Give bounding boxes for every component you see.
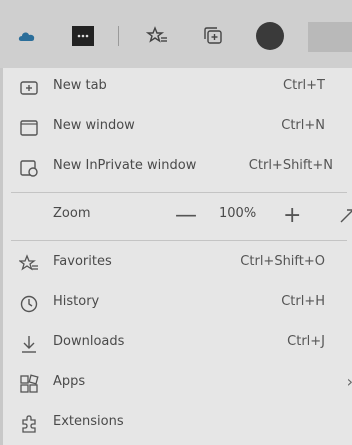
menu-item-new-inprivate[interactable]: New InPrivate window Ctrl+Shift+N [3,150,352,186]
new-inprivate-label: New InPrivate window [53,158,197,173]
new-inprivate-shortcut: Ctrl+Shift+N [248,158,333,173]
inprivate-icon [19,158,39,178]
menu-item-favorites[interactable]: Favorites Ctrl+Shift+O [3,246,352,282]
new-tab-label: New tab [53,78,107,93]
favorites-bar-icon[interactable] [146,26,168,46]
new-window-shortcut: Ctrl+N [281,118,325,133]
menu-item-new-window[interactable]: New window Ctrl+N [3,110,352,146]
downloads-label: Downloads [53,334,125,349]
apps-icon [19,374,39,394]
favorites-label: Favorites [53,254,112,269]
collections-icon[interactable] [203,26,225,46]
menu-item-downloads[interactable]: Downloads Ctrl+J [3,326,352,362]
chevron-right-icon: › [347,372,352,391]
toolbar-divider [118,26,119,46]
download-icon [19,334,39,354]
downloads-shortcut: Ctrl+J [287,334,325,349]
new-tab-shortcut: Ctrl+T [283,78,325,93]
more-button[interactable] [308,22,352,52]
menu-divider [11,240,347,241]
menu-item-zoom: Zoom — 100% + [3,198,352,234]
menu-item-extensions[interactable]: Extensions [3,406,352,442]
zoom-in-button[interactable]: + [283,198,301,234]
cloud-icon[interactable] [18,30,36,42]
browser-menu: New tab Ctrl+T New window Ctrl+N New InP… [0,68,352,445]
history-shortcut: Ctrl+H [281,294,325,309]
history-icon [19,294,39,314]
window-icon [19,118,39,138]
profile-avatar[interactable] [256,22,284,50]
zoom-label: Zoom [53,206,91,221]
menu-item-new-tab[interactable]: New tab Ctrl+T [3,70,352,106]
zoom-out-button[interactable]: — [175,198,197,234]
favorites-shortcut: Ctrl+Shift+O [240,254,325,269]
favorites-icon [19,254,39,274]
browser-toolbar [0,0,352,68]
menu-divider [11,192,347,193]
new-tab-icon [19,78,39,98]
new-window-label: New window [53,118,135,133]
apps-label: Apps [53,374,86,389]
extensions-label: Extensions [53,414,124,429]
menu-item-apps[interactable]: Apps › [3,366,352,402]
zoom-value: 100% [219,206,257,221]
history-label: History [53,294,100,309]
extension-puzzle-icon[interactable] [72,26,94,46]
menu-item-history[interactable]: History Ctrl+H [3,286,352,322]
extensions-icon [19,414,39,434]
fullscreen-icon[interactable] [339,206,352,226]
